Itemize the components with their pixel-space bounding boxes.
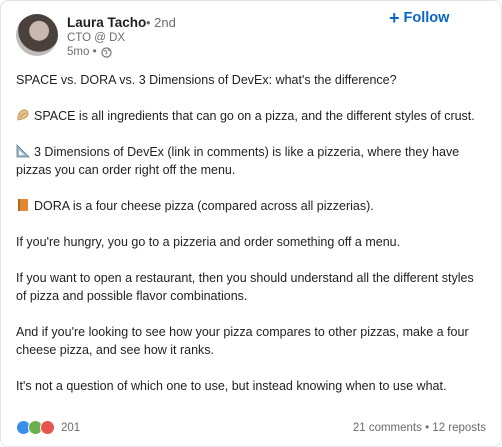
plus-icon: + <box>389 8 400 28</box>
follow-button[interactable]: + Follow <box>389 8 450 28</box>
post-time: 5mo • <box>67 46 97 58</box>
spiral-shell-icon <box>17 109 29 121</box>
post-paragraph: And if you're looking to see how your pi… <box>16 325 469 357</box>
author-name[interactable]: Laura Tacho <box>67 15 146 30</box>
reaction-count: 201 <box>61 421 81 434</box>
post-paragraph: DORA is a four cheese pizza (compared ac… <box>16 197 486 215</box>
post-text: SPACE is all ingredients that can go on … <box>34 109 475 123</box>
reaction-icons <box>16 420 55 435</box>
reactions-summary[interactable]: 201 <box>16 420 80 435</box>
follow-label: Follow <box>403 10 450 26</box>
love-reaction-icon <box>40 420 55 435</box>
engagement-counts: 21 comments • 12 reposts <box>353 422 486 434</box>
notebook-icon <box>18 199 28 211</box>
separator-dot: • <box>425 421 430 434</box>
author-headline: CTO @ DX <box>67 32 126 44</box>
triangular-ruler-icon <box>16 144 30 158</box>
post-body: SPACE vs. DORA vs. 3 Dimensions of DevEx… <box>16 71 486 395</box>
post-text: 3 Dimensions of DevEx (link in comments)… <box>16 145 460 177</box>
post-paragraph: It's not a question of which one to use,… <box>16 379 447 393</box>
globe-icon <box>100 46 112 58</box>
post-text: DORA is a four cheese pizza (compared ac… <box>34 199 374 213</box>
post-paragraph: If you're hungry, you go to a pizzeria a… <box>16 235 401 249</box>
post-paragraph: SPACE is all ingredients that can go on … <box>16 107 486 125</box>
connection-degree: • 2nd <box>146 15 176 30</box>
social-counts-bar: 201 21 comments • 12 reposts <box>16 420 486 435</box>
post-paragraph: 3 Dimensions of DevEx (link in comments)… <box>16 143 486 179</box>
post-paragraph: If you want to open a restaurant, then y… <box>16 271 474 303</box>
post-paragraph: SPACE vs. DORA vs. 3 Dimensions of DevEx… <box>16 73 397 87</box>
comments-count-link[interactable]: 21 comments <box>353 422 422 434</box>
author-avatar[interactable] <box>16 14 58 56</box>
reposts-count-link[interactable]: 12 reposts <box>432 422 486 434</box>
post-meta: 5mo • <box>67 46 112 58</box>
post-card: Laura Tacho • 2nd CTO @ DX 5mo • + Follo… <box>0 0 502 447</box>
